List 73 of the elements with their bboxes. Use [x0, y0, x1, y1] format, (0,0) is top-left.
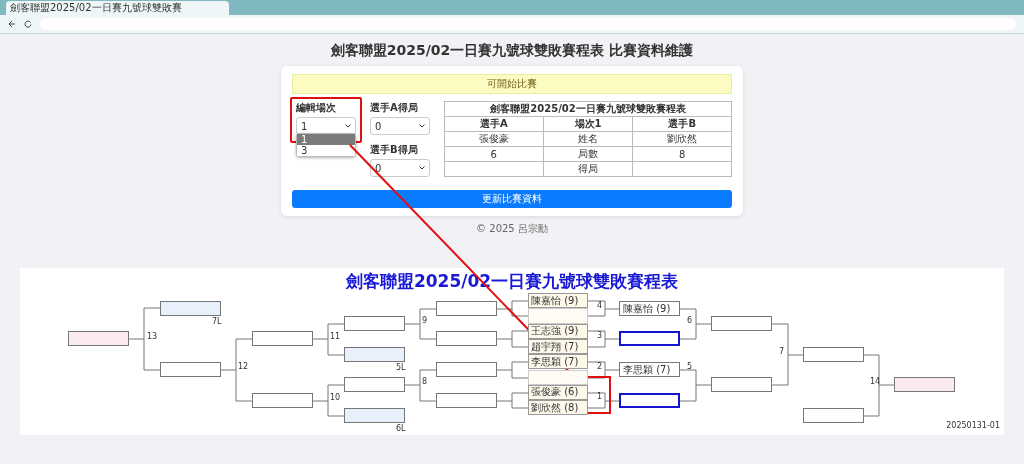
score-select[interactable]: 0 — [370, 159, 430, 177]
match-number: 14 — [870, 377, 881, 386]
bracket-slot — [803, 347, 864, 362]
match-select[interactable]: 1 — [296, 117, 356, 135]
table-cell: 張俊豪 — [444, 131, 543, 147]
loser-tag: 7L — [212, 317, 222, 326]
submit-button[interactable]: 更新比賽資料 — [292, 190, 732, 208]
bracket-slot: 陳嘉怡 (9) — [619, 301, 680, 316]
footer-text: © 2025 呂宗勳 — [476, 222, 548, 236]
bracket-slot — [619, 331, 680, 346]
match-number: 12 — [238, 362, 249, 371]
chevron-down-icon — [419, 124, 425, 128]
match-number: 5 — [687, 362, 693, 371]
table-cell: 劉欣然 — [632, 131, 732, 147]
bracket-slot: 李思穎 (7) — [619, 362, 680, 377]
match-number: 8 — [422, 377, 428, 386]
match-number: 6 — [687, 316, 693, 325]
match-number: 3 — [597, 331, 603, 340]
table-header: 場次1 — [543, 116, 633, 132]
table-header: 選手A — [444, 116, 543, 132]
table-cell: 局數 — [543, 146, 633, 162]
bracket-slot — [619, 393, 680, 408]
bracket-slot — [803, 408, 864, 423]
match-number: 10 — [330, 393, 341, 402]
bracket-slot — [436, 301, 497, 316]
match-number: 13 — [147, 332, 158, 341]
field-label: 選手A得局 — [370, 101, 419, 115]
bracket-slot — [436, 393, 497, 408]
table-title: 劍客聯盟2025/02一日賽九號球雙敗賽程表 — [444, 101, 732, 117]
back-icon[interactable] — [8, 20, 16, 28]
bracket-slot — [344, 347, 405, 362]
bracket-slot — [711, 377, 772, 392]
bracket-slot — [160, 362, 221, 377]
bracket-slot — [344, 377, 405, 392]
loser-tag: 6L — [396, 424, 406, 433]
match-number: 7 — [779, 347, 785, 356]
table-cell: 6 — [444, 146, 543, 162]
status-banner: 可開始比賽 — [292, 74, 732, 94]
dropdown-option[interactable]: 1 — [297, 134, 355, 145]
bracket-slot — [344, 316, 405, 331]
bracket-slot — [894, 377, 955, 392]
refresh-icon[interactable] — [24, 20, 32, 28]
bracket-slot — [436, 331, 497, 346]
browser-tab[interactable]: 劍客聯盟2025/02一日賽九號球雙敗賽 — [6, 1, 229, 15]
match-number: 2 — [597, 362, 603, 371]
bracket-slot — [252, 331, 313, 346]
bracket-slot — [160, 301, 221, 316]
loser-tag: 5L — [396, 363, 406, 372]
bracket-slot — [711, 316, 772, 331]
bracket-code: 20250131-01 — [946, 421, 1000, 430]
player-cell: 陳嘉怡 (9) — [528, 293, 588, 309]
score-select[interactable]: 0 — [370, 117, 430, 135]
chevron-down-icon — [419, 166, 425, 170]
match-number: 1 — [597, 392, 603, 401]
tab-title: 劍客聯盟2025/02一日賽九號球雙敗賽 — [10, 1, 182, 15]
field-label: 選手B得局 — [370, 143, 419, 157]
table-cell: 8 — [632, 146, 732, 162]
dropdown-option[interactable]: 3 — [297, 145, 355, 156]
table-header: 選手B — [632, 116, 732, 132]
table-cell: 姓名 — [543, 131, 633, 147]
match-number: 11 — [330, 332, 341, 341]
player-cell: 劉欣然 (8) — [528, 400, 588, 416]
page-title: 劍客聯盟2025/02一日賽九號球雙敗賽程表 比賽資料維護 — [330, 42, 694, 60]
bracket-slot — [252, 393, 313, 408]
match-number: 9 — [422, 316, 428, 325]
chevron-down-icon — [345, 124, 351, 128]
field-label: 編輯場次 — [296, 101, 337, 115]
player-cell: 李思穎 (7) — [528, 354, 588, 370]
bracket-slot — [68, 331, 129, 346]
match-number: 4 — [597, 301, 603, 310]
bracket-slot — [436, 362, 497, 377]
bracket-slot — [344, 408, 405, 423]
table-cell: 得局 — [543, 161, 633, 177]
